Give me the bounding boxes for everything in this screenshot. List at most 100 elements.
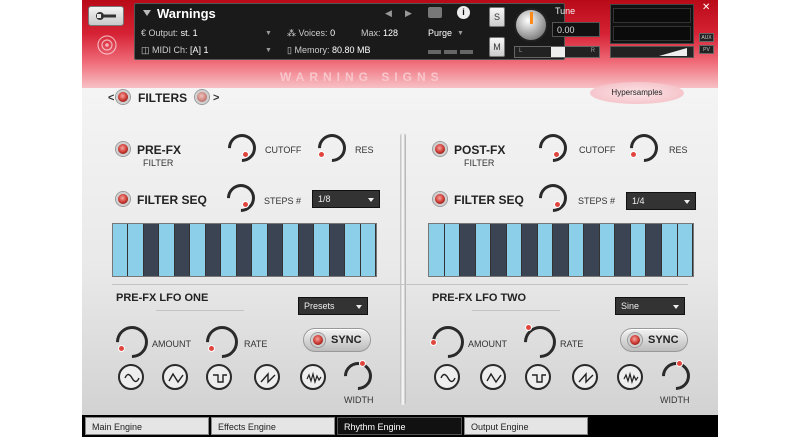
pre-fx-cutoff-knob[interactable] [222,128,262,168]
post-fx-step-sequencer[interactable] [428,223,694,277]
tune-knob[interactable] [514,8,548,42]
random-wave-icon[interactable] [300,364,326,390]
tab-rhythm-engine[interactable]: Rhythm Engine [337,417,462,435]
pre-fx-step-sequencer[interactable] [112,223,377,277]
lfo-one-width-knob[interactable] [338,356,378,396]
next-instrument-icon[interactable]: ▶ [405,8,412,19]
pre-fx-cutoff-dot [242,151,249,158]
sequencer-step[interactable] [615,224,631,276]
tab-effects-engine[interactable]: Effects Engine [211,417,335,435]
lfo-one-presets-select[interactable]: Presets [298,297,368,315]
lfo-one-rate-dot [208,345,215,352]
sequencer-step[interactable] [159,224,175,276]
sequencer-step[interactable] [553,224,569,276]
max-voices-field[interactable]: Max: 128 [361,28,398,38]
aux-button[interactable]: AUX [699,33,714,42]
sequencer-step[interactable] [584,224,600,276]
sequencer-step[interactable] [221,224,237,276]
sawtooth-wave-icon[interactable] [572,364,598,390]
sequencer-step[interactable] [522,224,538,276]
post-fx-res-knob[interactable] [624,128,664,168]
sequencer-step[interactable] [491,224,507,276]
sequencer-step[interactable] [630,224,647,276]
post-fx-filter-sub: FILTER [464,158,495,168]
triangle-wave-icon[interactable] [480,364,506,390]
pre-fx-filter-seq-led[interactable] [116,192,130,206]
purge-button[interactable]: Purge [428,28,452,38]
lfo-two-wave-select[interactable]: Sine [615,297,685,315]
sequencer-step[interactable] [252,224,268,276]
sequencer-step[interactable] [329,224,346,276]
solo-button[interactable]: S [489,7,505,27]
instrument-name[interactable]: Warnings [157,6,216,21]
sawtooth-wave-icon[interactable] [254,364,280,390]
sequencer-step[interactable] [345,224,361,276]
sequencer-step[interactable] [190,224,206,276]
pre-fx-filter-led[interactable] [116,142,130,156]
square-wave-icon[interactable] [525,364,551,390]
sequencer-step[interactable] [599,224,616,276]
info-icon[interactable]: i [457,6,470,19]
sequencer-step[interactable] [568,224,585,276]
sequencer-step[interactable] [506,224,523,276]
lfo-two-sync-button[interactable]: SYNC [620,328,688,352]
sine-wave-icon[interactable] [118,364,144,390]
post-fx-steps-select[interactable]: 1/4 [626,192,696,210]
sine-wave-icon[interactable] [434,364,460,390]
sequencer-step[interactable] [283,224,299,276]
filters-next-led[interactable] [195,90,209,104]
tab-main-engine[interactable]: Main Engine [85,417,209,435]
sequencer-step[interactable] [314,224,330,276]
sequencer-step[interactable] [537,224,554,276]
wrench-icon[interactable] [88,6,124,26]
close-icon[interactable]: ✕ [702,2,710,13]
filters-next-arrow[interactable]: > [213,92,219,104]
output-dropdown-icon[interactable]: ▼ [265,30,272,37]
sequencer-step[interactable] [646,224,662,276]
lfo-one-rate-knob[interactable] [199,319,245,365]
output-field[interactable]: € Output: st. 1 [141,28,198,38]
sequencer-step[interactable] [174,224,191,276]
pan-handle[interactable] [551,47,565,57]
pv-button[interactable]: PV [699,45,714,54]
post-fx-filter-led[interactable] [433,142,447,156]
filters-prev-arrow[interactable]: < [108,92,114,104]
pre-fx-steps-knob[interactable] [221,178,261,218]
triangle-wave-icon[interactable] [162,364,188,390]
lfo-one-sync-button[interactable]: SYNC [303,328,371,352]
sequencer-step[interactable] [267,224,284,276]
sequencer-step[interactable] [444,224,461,276]
tab-output-engine[interactable]: Output Engine [464,417,588,435]
sequencer-step[interactable] [460,224,476,276]
prev-instrument-icon[interactable]: ◀ [385,8,392,19]
square-wave-icon[interactable] [206,364,232,390]
sequencer-step[interactable] [429,224,445,276]
sequencer-step[interactable] [298,224,315,276]
post-fx-cutoff-knob[interactable] [533,128,573,168]
volume-slider[interactable] [610,46,694,58]
sequencer-step[interactable] [677,224,694,276]
collapse-arrow-icon[interactable] [143,10,151,16]
filters-led[interactable] [116,90,130,104]
post-fx-steps-knob[interactable] [533,178,573,218]
tune-value[interactable]: 0.00 [552,22,600,37]
midi-dropdown-icon[interactable]: ▼ [265,47,272,54]
camera-icon[interactable] [428,7,442,18]
post-fx-filter-seq-led[interactable] [433,192,447,206]
sequencer-step[interactable] [205,224,222,276]
sequencer-step[interactable] [661,224,678,276]
mute-button[interactable]: M [489,37,505,57]
pre-fx-steps-select[interactable]: 1/8 [312,190,380,208]
sequencer-step[interactable] [128,224,144,276]
random-wave-icon[interactable] [617,364,643,390]
pre-fx-res-knob[interactable] [312,128,352,168]
sequencer-step[interactable] [475,224,492,276]
lfo-one-amount-knob[interactable] [109,319,155,365]
sequencer-step[interactable] [360,224,376,276]
sequencer-step[interactable] [113,224,129,276]
pan-slider[interactable]: L R [514,46,600,58]
sequencer-step[interactable] [236,224,253,276]
purge-dropdown-icon[interactable]: ▼ [457,30,464,37]
midi-channel-field[interactable]: ◫ MIDI Ch: [A] 1 [141,45,209,56]
sequencer-step[interactable] [143,224,160,276]
